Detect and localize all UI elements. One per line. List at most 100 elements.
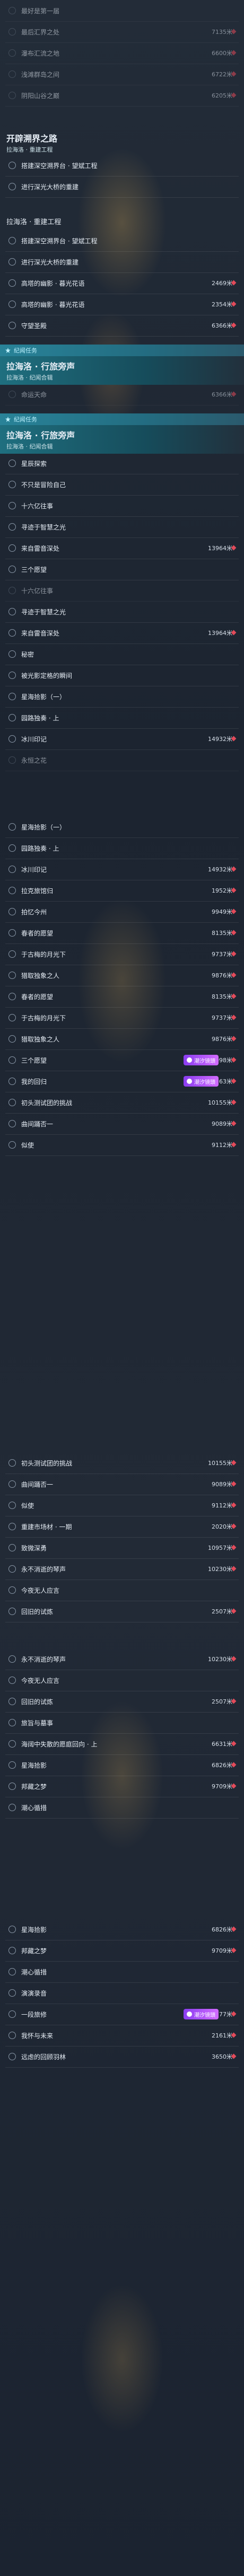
task-checkbox[interactable] — [8, 1608, 16, 1615]
task-row[interactable]: 回旧的试炼 2507米 — [5, 1601, 239, 1622]
task-checkbox[interactable] — [8, 1719, 16, 1726]
task-checkbox[interactable] — [8, 1968, 16, 1975]
task-row[interactable]: 我怀与未来 2161米 — [5, 2025, 239, 2046]
task-checkbox[interactable] — [8, 92, 16, 99]
task-row[interactable]: 最后汇界之处 7135米 — [5, 21, 239, 43]
task-checkbox[interactable] — [8, 823, 16, 831]
task-checkbox[interactable] — [8, 1480, 16, 1488]
task-checkbox[interactable] — [8, 714, 16, 721]
task-row[interactable]: 曲间踊否一 9089米 — [5, 1113, 239, 1135]
task-checkbox[interactable] — [8, 523, 16, 531]
task-row[interactable]: 十六亿往事 — [5, 580, 239, 602]
task-row[interactable]: 被光影定格的瞬间 — [5, 665, 239, 686]
task-row[interactable]: 初头测试团的挑战 10155米 — [5, 1092, 239, 1114]
task-row[interactable]: 致微深勇 10957米 — [5, 1537, 239, 1559]
task-checkbox[interactable] — [8, 887, 16, 894]
task-checkbox[interactable] — [8, 279, 16, 287]
task-row[interactable]: 海阔中失散的愿庭回向 · 上 6631米 — [5, 1733, 239, 1755]
task-row[interactable]: 邦藏之梦 9709米 — [5, 1940, 239, 1962]
tide-lens-badge[interactable]: 潮汐镜頭 — [184, 1055, 219, 1065]
task-checkbox[interactable] — [8, 1677, 16, 1684]
task-checkbox[interactable] — [8, 608, 16, 615]
tide-lens-badge[interactable]: 潮汐镜頭 — [184, 2009, 219, 2019]
task-row[interactable]: 初头测试团的挑战 10155米 — [5, 1452, 239, 1474]
task-checkbox[interactable] — [8, 162, 16, 169]
task-checkbox[interactable] — [8, 1502, 16, 1509]
task-row[interactable]: 远虑的回顾羽林 3650米 — [5, 2046, 239, 2068]
task-row[interactable]: 春者的愿望 8135米 — [5, 922, 239, 944]
task-checkbox[interactable] — [8, 735, 16, 743]
task-row[interactable]: 园路独奏 · 上 — [5, 707, 239, 729]
task-checkbox[interactable] — [8, 258, 16, 266]
task-row[interactable]: 进行深光大桥的重建 — [5, 251, 239, 273]
task-checkbox[interactable] — [8, 481, 16, 488]
task-row[interactable]: 高塔的幽影 · 暮光花语 2469米 — [5, 272, 239, 294]
task-checkbox[interactable] — [8, 1761, 16, 1769]
task-row[interactable]: 星海拾影 6826米 — [5, 1754, 239, 1776]
task-checkbox[interactable] — [8, 2010, 16, 2018]
task-checkbox[interactable] — [8, 460, 16, 467]
task-checkbox[interactable] — [8, 866, 16, 873]
task-checkbox[interactable] — [8, 1804, 16, 1811]
task-row[interactable]: 星海拾影（一） — [5, 816, 239, 838]
task-checkbox[interactable] — [8, 844, 16, 852]
task-row[interactable]: 秘密 — [5, 643, 239, 665]
task-checkbox[interactable] — [8, 70, 16, 78]
task-row[interactable]: 守望圣殿 6366米 — [5, 315, 239, 337]
task-checkbox[interactable] — [8, 1078, 16, 1085]
task-row[interactable]: 冰川印记 14932米 — [5, 859, 239, 880]
task-row[interactable]: 阴阳山谷之巅 6205米 — [5, 85, 239, 107]
task-row[interactable]: 似使 9112米 — [5, 1134, 239, 1156]
task-checkbox[interactable] — [8, 1141, 16, 1149]
task-row[interactable]: 永不消逝的琴声 10230米 — [5, 1558, 239, 1580]
task-row[interactable]: 最好是第一届 — [5, 0, 239, 22]
task-row[interactable]: 寻迹于智慧之光 — [5, 601, 239, 623]
task-row[interactable]: 旅旨与墓事 — [5, 1712, 239, 1734]
task-row[interactable]: 来自雷音深处 13964米 — [5, 537, 239, 559]
task-row[interactable]: 演演录音 — [5, 1982, 239, 2004]
task-row[interactable]: 潮心循措 — [5, 1961, 239, 1983]
task-checkbox[interactable] — [8, 1586, 16, 1594]
task-checkbox[interactable] — [8, 993, 16, 1000]
task-row[interactable]: 星辰探索 — [5, 453, 239, 474]
task-row[interactable]: 十六亿往事 — [5, 495, 239, 517]
task-row[interactable]: 今夜无人应言 — [5, 1580, 239, 1601]
task-row[interactable]: 高塔的幽影 · 暮光花语 2354米 — [5, 294, 239, 315]
task-checkbox[interactable] — [8, 502, 16, 509]
task-row[interactable]: 拍忆今州 9949米 — [5, 901, 239, 923]
task-row[interactable]: 潮心循措 — [5, 1797, 239, 1819]
task-row[interactable]: 邦藏之梦 9709米 — [5, 1776, 239, 1797]
task-checkbox[interactable] — [8, 2032, 16, 2039]
task-row[interactable]: 来自雷音深处 13964米 — [5, 622, 239, 644]
task-row[interactable]: 重建市场材 · 一期 2020米 — [5, 1516, 239, 1538]
task-row[interactable]: 命运天命 6366米 — [5, 384, 239, 405]
task-row[interactable]: 猎取独象之人 9876米 — [5, 1028, 239, 1050]
task-row[interactable]: 曲间踊否一 9089米 — [5, 1474, 239, 1495]
task-checkbox[interactable] — [8, 972, 16, 979]
task-checkbox[interactable] — [8, 1014, 16, 1021]
task-checkbox[interactable] — [8, 322, 16, 329]
task-row[interactable]: 寻迹于智慧之光 — [5, 516, 239, 538]
task-row[interactable]: 园路独奏 · 上 — [5, 837, 239, 859]
task-checkbox[interactable] — [8, 7, 16, 14]
task-checkbox[interactable] — [8, 756, 16, 764]
task-row[interactable]: 拉克旅馆归 1952米 — [5, 880, 239, 902]
task-row[interactable]: 搭建深空溯界台 · 望斌工程 — [5, 230, 239, 252]
task-checkbox[interactable] — [8, 566, 16, 573]
task-checkbox[interactable] — [8, 544, 16, 552]
task-checkbox[interactable] — [8, 672, 16, 679]
task-row[interactable]: 不只是冒险自己 — [5, 474, 239, 496]
task-row[interactable]: 今夜无人应言 — [5, 1670, 239, 1691]
task-row[interactable]: 猎取独象之人 9876米 — [5, 965, 239, 986]
task-row[interactable]: 浅滩群岛之间 6722米 — [5, 64, 239, 85]
task-row[interactable]: 冰川印记 14932米 — [5, 728, 239, 750]
task-checkbox[interactable] — [8, 183, 16, 190]
task-row[interactable]: 似使 9112米 — [5, 1495, 239, 1516]
task-checkbox[interactable] — [8, 49, 16, 57]
task-checkbox[interactable] — [8, 1947, 16, 1954]
task-row[interactable]: 春者的愿望 8135米 — [5, 986, 239, 1008]
task-checkbox[interactable] — [8, 693, 16, 700]
task-checkbox[interactable] — [8, 1099, 16, 1106]
task-checkbox[interactable] — [8, 1655, 16, 1663]
task-row[interactable]: 一段旅修 潮汐镜頭 8177米 — [5, 2004, 239, 2025]
